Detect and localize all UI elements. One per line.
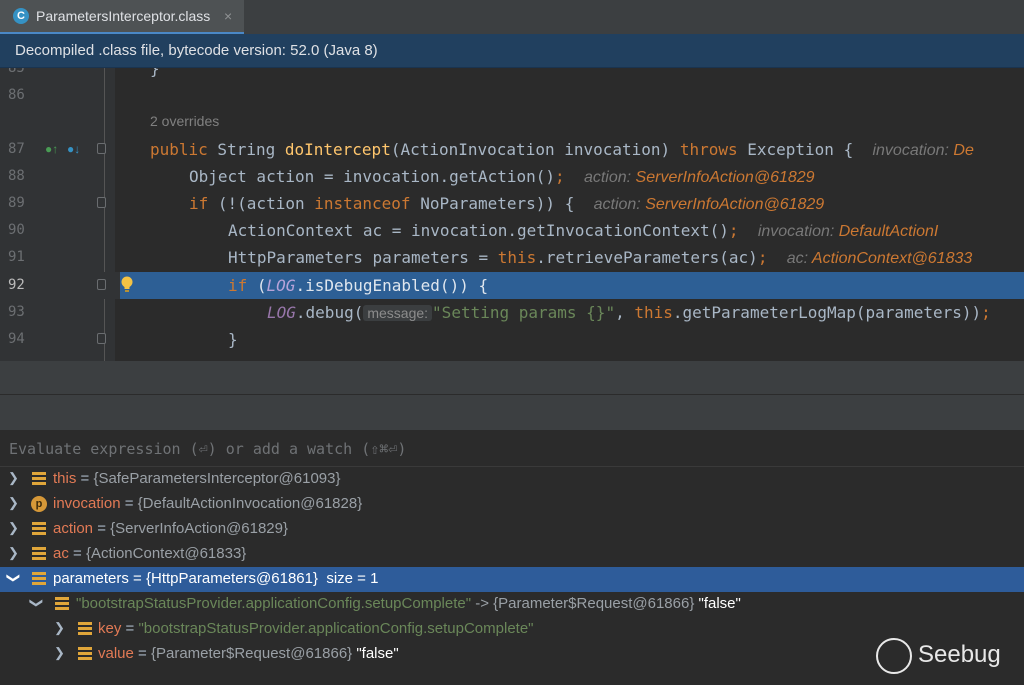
expand-arrow-icon[interactable]: ❯ [8,545,19,561]
field-icon [32,547,46,561]
evaluate-placeholder: Evaluate expression (⏎) or add a watch (… [9,440,407,458]
expand-arrow-icon[interactable]: ❯ [54,645,65,661]
tab-parameters-interceptor[interactable]: C ParametersInterceptor.class × [0,0,244,34]
code-line: 88 Object action = invocation.getAction(… [0,163,1024,190]
code-line: 89 if (!(action instanceof NoParameters)… [0,190,1024,217]
field-icon [55,597,69,611]
expand-arrow-icon[interactable]: ❯ [8,470,19,486]
variable-row-invocation[interactable]: ❯ p invocation = {DefaultActionInvocatio… [0,492,1024,517]
field-icon [32,472,46,486]
line-number: 85 [8,68,25,76]
code-line: 94 } [0,326,1024,353]
inline-debug-value: invocation: De [872,142,974,159]
line-number: 92 [8,277,25,293]
evaluate-expression-field[interactable]: Evaluate expression (⏎) or add a watch (… [0,431,1024,467]
field-icon [32,572,46,586]
collapse-arrow-icon[interactable]: ❯ [28,598,44,609]
current-execution-line: 92 if (LOG.isDebugEnabled()) { [0,272,1024,299]
overrides-hint[interactable]: 2 overrides [150,113,219,129]
code-line: 91 HttpParameters parameters = this.retr… [0,244,1024,271]
tab-title: ParametersInterceptor.class [36,8,211,24]
implementing-method-icon[interactable]: ●↓ [67,142,80,156]
code-text: ActionContext ac = invocation.getInvocat… [228,221,939,240]
line-number: 88 [8,168,25,184]
code-text: Object action = invocation.getAction(); … [189,167,815,186]
code-text: LOG.debug(message: "Setting params {}", t… [267,303,991,322]
seebug-watermark: Seebug [876,636,1016,676]
field-icon [78,622,92,636]
code-line: 90 ActionContext ac = invocation.getInvo… [0,217,1024,244]
editor-tab-bar: C ParametersInterceptor.class × [0,0,1024,34]
map-entry-row[interactable]: ❯ "bootstrapStatusProvider.applicationCo… [0,592,1024,617]
variable-row-action[interactable]: ❯ action = {ServerInfoAction@61829} [0,517,1024,542]
parameter-icon: p [31,496,47,512]
fold-marker-icon[interactable] [97,143,106,154]
inline-debug-value: action: ServerInfoAction@61829 [583,169,815,186]
code-line: 93 LOG.debug(message: "Setting params {}"… [0,299,1024,326]
code-text: } [228,330,238,349]
line-number: 94 [8,331,25,347]
line-number: 90 [8,222,25,238]
code-line: 87 ●↑ ●↓ public String doIntercept(Actio… [0,136,1024,163]
line-number: 87 [8,141,25,157]
variable-row-ac[interactable]: ❯ ac = {ActionContext@61833} [0,542,1024,567]
fold-marker-icon[interactable] [97,279,106,290]
line-number: 86 [8,87,25,103]
code-text: public String doIntercept(ActionInvocati… [150,140,974,159]
banner-text: Decompiled .class file, bytecode version… [15,42,378,59]
variable-row-parameters[interactable]: ❯ parameters = {HttpParameters@61861} si… [0,567,1024,592]
inline-debug-value: ac: ActionContext@61833 [786,250,973,267]
close-icon[interactable]: × [224,8,232,24]
field-icon [32,522,46,536]
parameter-name-hint: message: [363,305,433,321]
variable-row-this[interactable]: ❯ this = {SafeParametersInterceptor@6109… [0,467,1024,492]
fold-marker-icon[interactable] [97,333,106,344]
variable-row-key[interactable]: ❯ key = "bootstrapStatusProvider.applica… [0,617,1024,642]
seebug-logo-icon [876,638,912,674]
expand-arrow-icon[interactable]: ❯ [8,495,19,511]
code-text: HttpParameters parameters = this.retriev… [228,248,973,267]
line-number: 91 [8,249,25,265]
code-text: if (!(action instanceof NoParameters)) {… [189,194,825,213]
code-text: if (LOG.isDebugEnabled()) { [228,276,489,295]
code-line: 86 [0,82,1024,109]
inline-debug-value: invocation: DefaultActionI [757,223,939,240]
variables-tree: ❯ this = {SafeParametersInterceptor@6109… [0,467,1024,685]
code-text: } [150,68,160,78]
decompiled-banner: Decompiled .class file, bytecode version… [0,34,1024,68]
code-editor[interactable]: 85 } 86 2 overrides 87 ●↑ ●↓ public Stri… [0,68,1024,361]
field-icon [78,647,92,661]
line-number: 93 [8,304,25,320]
expand-arrow-icon[interactable]: ❯ [54,620,65,636]
code-line: 85 } [0,68,1024,82]
lightbulb-icon[interactable] [120,276,134,294]
collapse-arrow-icon[interactable]: ❯ [5,573,21,584]
expand-arrow-icon[interactable]: ❯ [8,520,19,536]
debug-panel-header [0,361,1024,395]
debug-toolbar [0,395,1024,431]
variable-row-value[interactable]: ❯ value = {Parameter$Request@61866} "fal… [0,642,1024,667]
overridden-method-icon[interactable]: ●↑ [45,142,58,156]
line-number: 89 [8,195,25,211]
class-file-icon: C [13,8,29,24]
fold-marker-icon[interactable] [97,197,106,208]
inline-debug-value: action: ServerInfoAction@61829 [593,196,825,213]
watermark-text: Seebug [918,641,1001,668]
